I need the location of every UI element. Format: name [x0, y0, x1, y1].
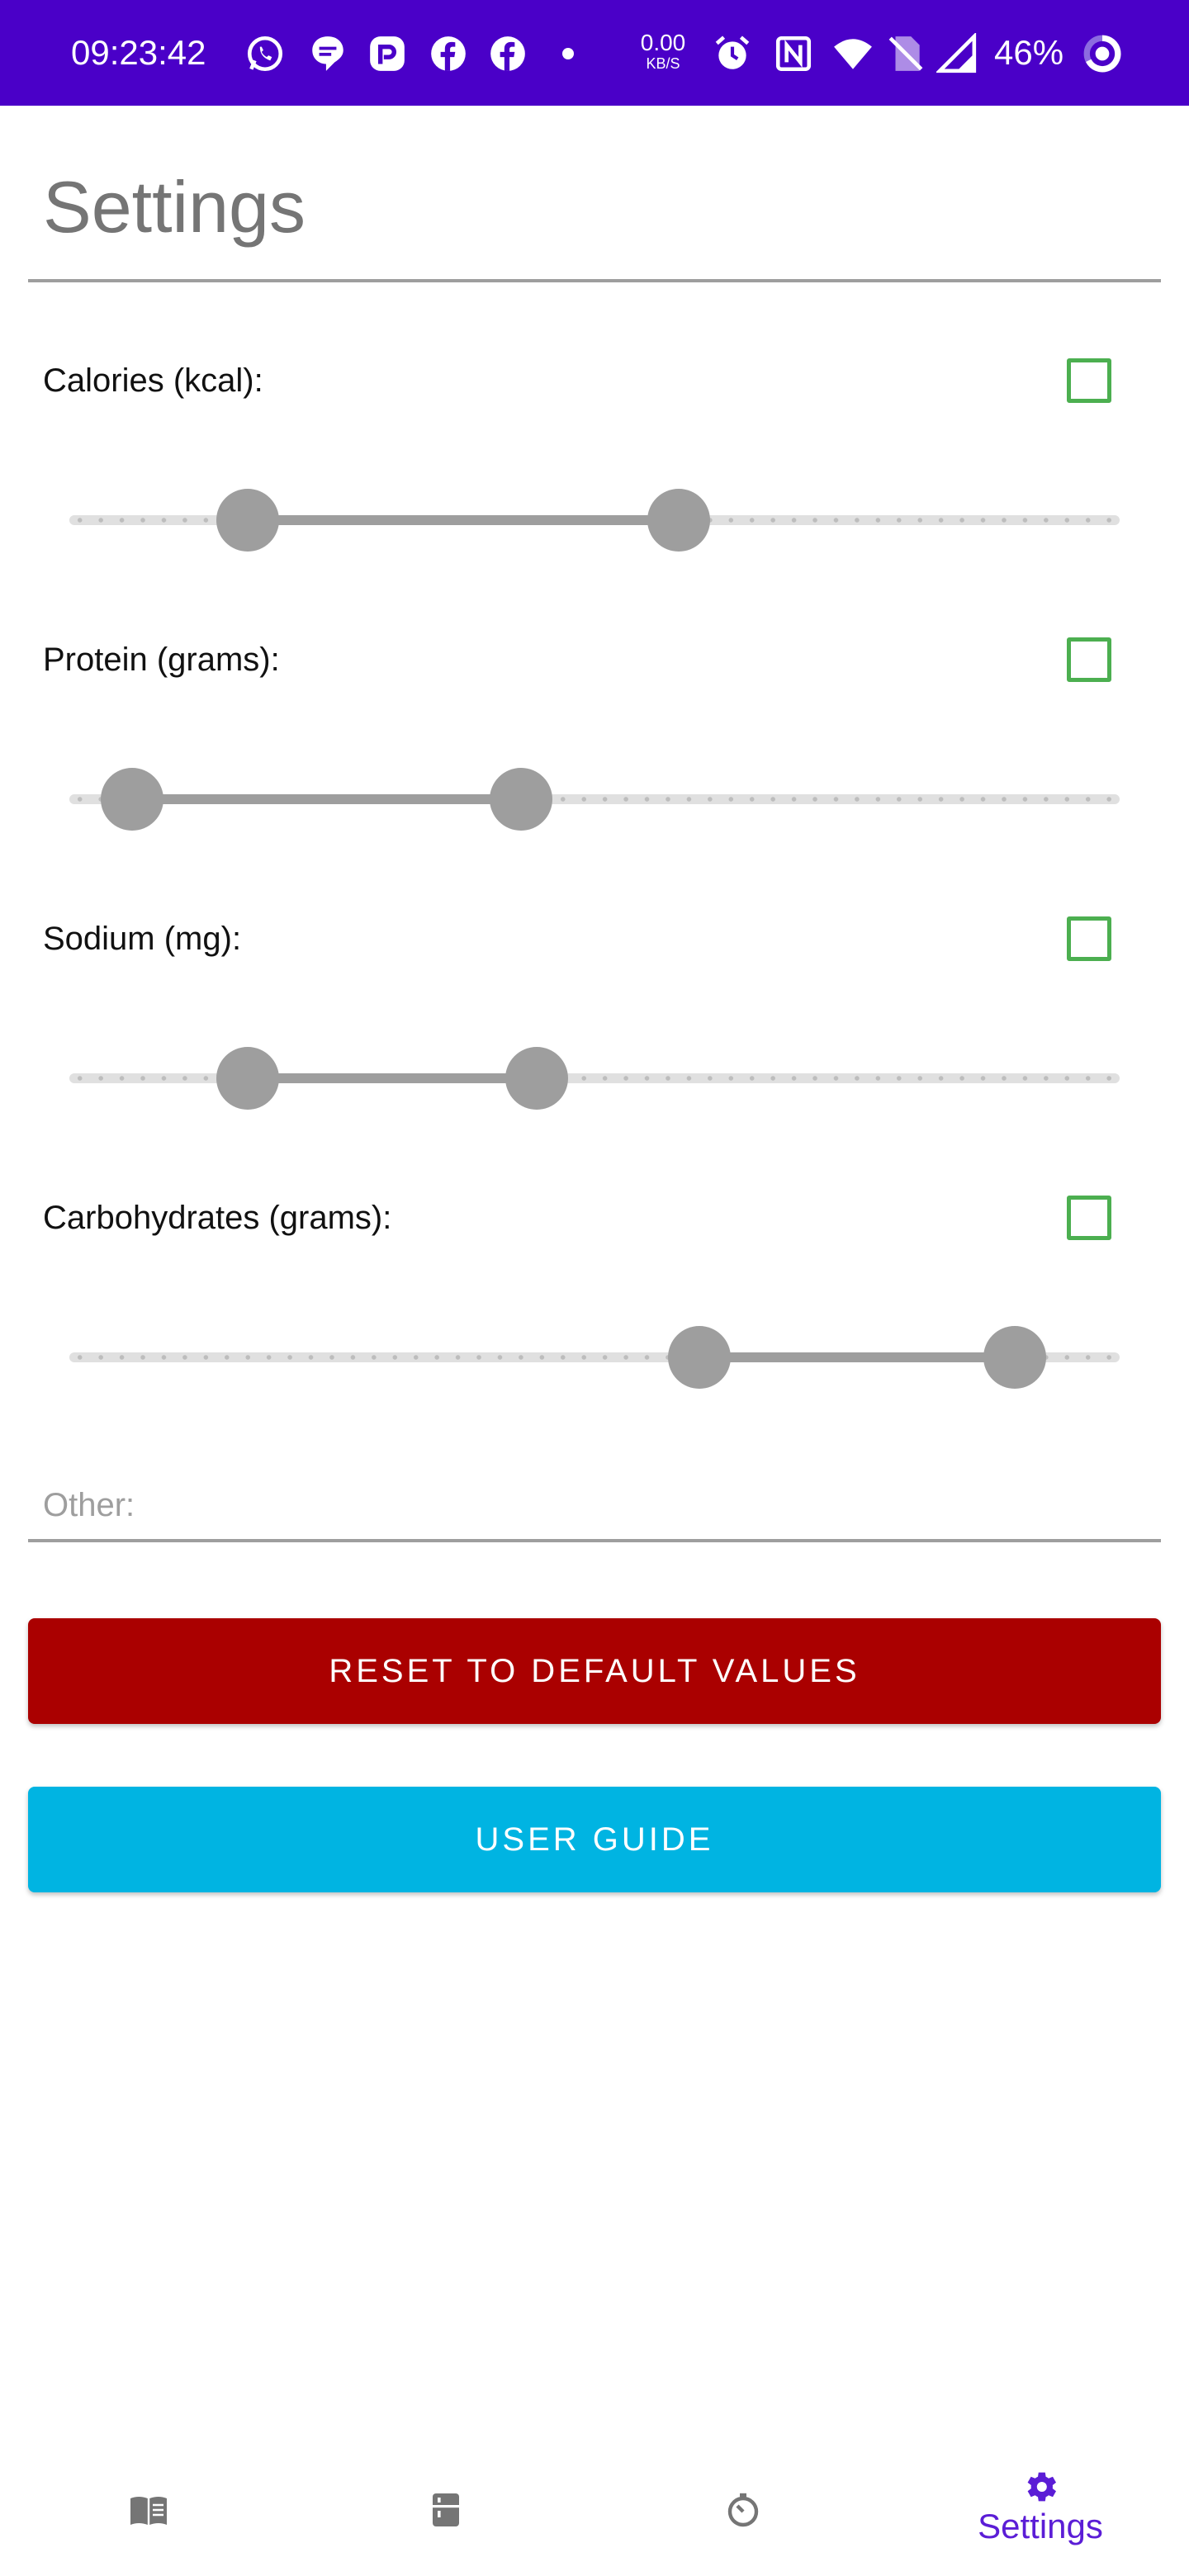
alarm-icon	[715, 36, 750, 69]
slider-range-fill	[248, 515, 679, 525]
fridge-icon	[433, 2493, 459, 2526]
nav-item-fridge[interactable]	[297, 2411, 594, 2576]
nav-settings-label: Settings	[978, 2507, 1103, 2545]
reddit-icon	[370, 36, 405, 71]
messages-icon	[312, 36, 343, 71]
slider-max-thumb[interactable]	[983, 1326, 1046, 1389]
slider-range-fill	[248, 1073, 538, 1083]
slider-max-thumb[interactable]	[489, 768, 552, 831]
whatsapp-icon	[247, 36, 283, 72]
slider-range-fill	[699, 1352, 1015, 1362]
other-input[interactable]: Other:	[43, 1485, 135, 1526]
slider-range-fill	[132, 794, 521, 804]
calories-range-slider[interactable]	[69, 489, 1120, 552]
no-sim-icon	[888, 36, 923, 71]
protein-label: Protein (grams):	[43, 642, 280, 678]
nav-item-timer[interactable]	[594, 2411, 892, 2576]
calories-label: Calories (kcal):	[43, 362, 263, 399]
timer-icon	[727, 2493, 759, 2527]
carbohydrates-checkbox[interactable]	[1067, 1196, 1111, 1240]
reset-defaults-button[interactable]: RESET TO DEFAULT VALUES	[28, 1618, 1161, 1724]
bottom-navigation: Settings	[0, 2411, 1189, 2576]
wifi-icon	[834, 39, 872, 69]
title-divider	[28, 279, 1161, 282]
notification-dot	[562, 48, 574, 59]
facebook-icon	[431, 36, 466, 71]
other-input-underline	[28, 1539, 1161, 1542]
gear-icon	[1027, 2472, 1056, 2502]
slider-max-thumb[interactable]	[647, 489, 710, 552]
carbohydrates-range-slider[interactable]	[69, 1326, 1120, 1389]
facebook-icon-2	[490, 36, 525, 71]
battery-level: 46%	[994, 33, 1064, 72]
carbohydrates-label: Carbohydrates (grams):	[43, 1200, 392, 1236]
nav-item-settings[interactable]: Settings	[892, 2411, 1189, 2576]
cell-signal-icon	[936, 33, 977, 73]
protein-range-slider[interactable]	[69, 768, 1120, 831]
sodium-range-slider[interactable]	[69, 1047, 1120, 1110]
page-title: Settings	[43, 166, 306, 248]
network-speed: 0.00 KB/S	[640, 30, 686, 72]
user-guide-button[interactable]: USER GUIDE	[28, 1787, 1161, 1892]
status-bar: 09:23:42 0.00 KB/S 46%	[0, 0, 1189, 106]
battery-ring-icon	[1083, 35, 1121, 73]
calories-checkbox[interactable]	[1067, 358, 1111, 403]
nav-item-recipes[interactable]	[0, 2411, 297, 2576]
sodium-label: Sodium (mg):	[43, 921, 242, 957]
nfc-icon	[775, 36, 812, 72]
sodium-checkbox[interactable]	[1067, 916, 1111, 961]
status-time: 09:23:42	[71, 33, 206, 72]
slider-min-thumb[interactable]	[216, 489, 280, 552]
slider-min-thumb[interactable]	[101, 768, 164, 831]
book-icon	[130, 2497, 167, 2525]
protein-checkbox[interactable]	[1067, 637, 1111, 682]
slider-max-thumb[interactable]	[505, 1047, 569, 1110]
slider-min-thumb[interactable]	[668, 1326, 732, 1389]
slider-min-thumb[interactable]	[216, 1047, 280, 1110]
